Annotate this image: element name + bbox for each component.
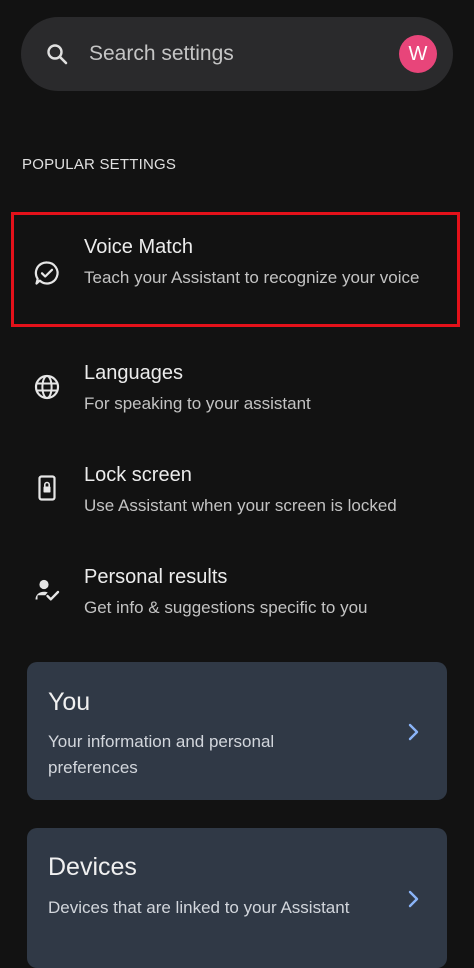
card-subtitle: Devices that are linked to your Assistan… [48,898,350,917]
card-you[interactable]: You Your information and personal prefer… [27,662,447,800]
setting-title: Personal results [84,566,228,588]
setting-title: Languages [84,362,183,384]
card-subtitle: Your information and personal preference… [48,732,275,777]
setting-languages[interactable]: Languages For speaking to your assistant [0,345,474,435]
chevron-right-icon [408,723,419,741]
section-title: POPULAR SETTINGS [22,156,177,173]
globe-icon [34,374,60,400]
card-title: Devices [48,853,137,881]
avatar[interactable]: W [399,35,437,73]
search-input[interactable]: Search settings [89,17,234,91]
avatar-initial: W [408,42,428,65]
card-title: You [48,688,91,716]
setting-title: Lock screen [84,464,192,486]
lock-screen-icon [38,475,56,501]
setting-subtitle: Use Assistant when your screen is locked [84,496,397,515]
setting-subtitle: For speaking to your assistant [84,394,311,413]
card-devices[interactable]: Devices Devices that are linked to your … [27,828,447,968]
highlight-box [11,212,460,327]
setting-lock-screen[interactable]: Lock screen Use Assistant when your scre… [0,446,474,536]
search-icon [47,44,68,65]
chevron-right-icon [408,890,419,908]
person-check-icon [35,579,60,601]
setting-subtitle: Get info & suggestions specific to you [84,598,368,617]
search-bar[interactable]: Search settings W [21,17,453,91]
setting-personal-results[interactable]: Personal results Get info & suggestions … [0,548,474,638]
